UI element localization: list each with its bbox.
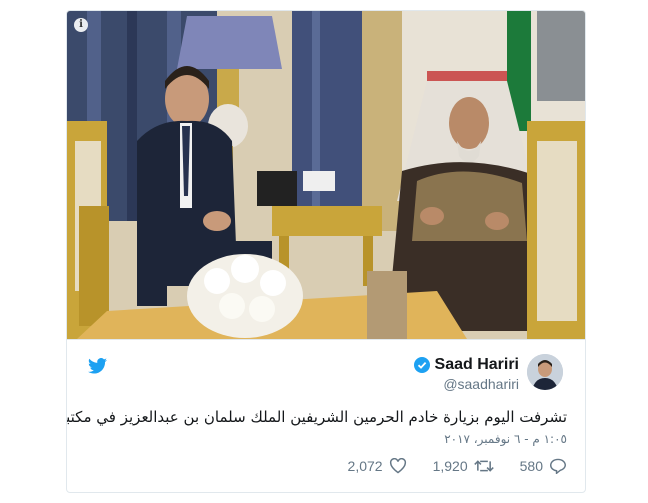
tweet-card[interactable]: i Saad Hariri @saadhariri تشرفت اليوم بز… bbox=[66, 10, 586, 493]
reply-icon bbox=[549, 458, 567, 474]
avatar[interactable] bbox=[527, 354, 563, 390]
verified-badge-icon bbox=[413, 357, 430, 373]
retweet-count: 1,920 bbox=[432, 458, 468, 474]
photo-scene bbox=[67, 11, 585, 339]
reply-count: 580 bbox=[519, 458, 543, 474]
twitter-bird-icon[interactable] bbox=[88, 358, 107, 374]
info-icon[interactable]: i bbox=[74, 18, 88, 32]
avatar-image bbox=[527, 354, 563, 390]
retweet-button[interactable]: 1,920 bbox=[433, 458, 494, 474]
like-count: 2,072 bbox=[347, 458, 383, 474]
author-name[interactable]: Saad Hariri bbox=[435, 356, 519, 374]
retweet-icon bbox=[473, 460, 494, 472]
author-handle[interactable]: @saadhariri bbox=[443, 376, 519, 392]
tweet-actions: 2,072 1,920 580 bbox=[322, 458, 567, 474]
heart-icon bbox=[389, 458, 406, 474]
reply-button[interactable]: 580 bbox=[520, 458, 567, 474]
tweet-timestamp[interactable]: ١:٠٥ م - ٦ نوفمبر، ٢٠١٧ bbox=[444, 432, 567, 446]
author-name-row[interactable]: Saad Hariri bbox=[413, 356, 519, 374]
tweet-body: Saad Hariri @saadhariri تشرفت اليوم بزيا… bbox=[66, 339, 585, 492]
tweet-photo[interactable]: i bbox=[67, 11, 585, 339]
tweet-text: تشرفت اليوم بزيارة خادم الحرمين الشريفين… bbox=[66, 408, 567, 426]
like-button[interactable]: 2,072 bbox=[348, 458, 407, 474]
